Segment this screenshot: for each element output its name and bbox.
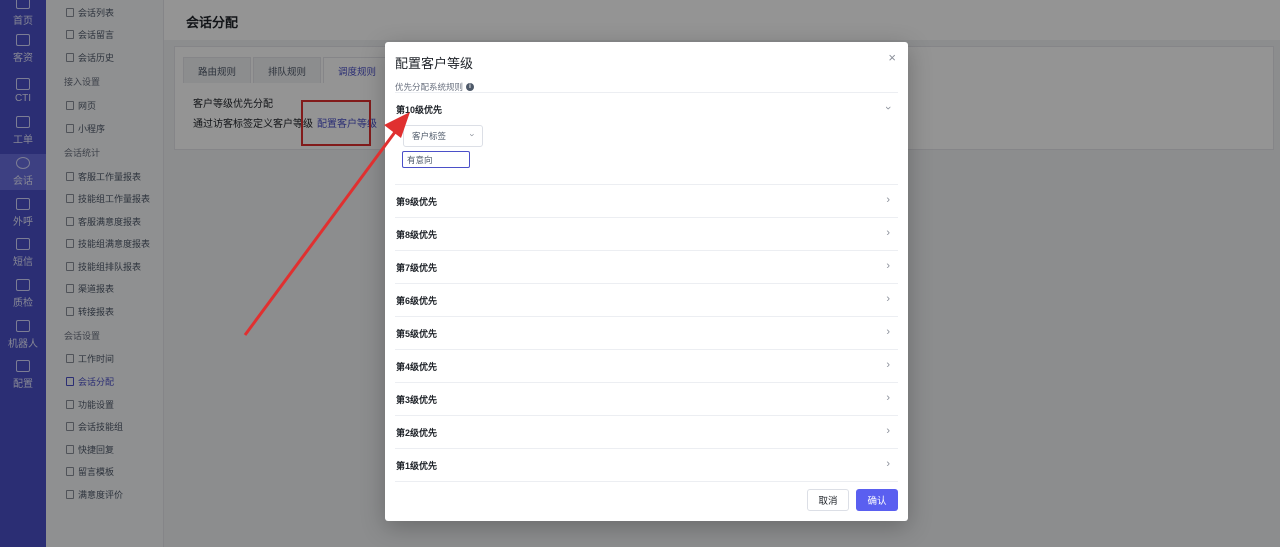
chevron-right-icon[interactable]: › (886, 227, 890, 239)
chevron-down-icon: › (467, 133, 478, 137)
level-label: 第4级优先 (396, 362, 438, 372)
level-item-10[interactable]: 第10级优先 › 客户标签 › 有意向 (395, 93, 898, 185)
info-icon[interactable]: i (466, 83, 475, 91)
level-item-3[interactable]: 第3级优先 › (395, 383, 898, 416)
level-item-8[interactable]: 第8级优先 › (395, 218, 898, 251)
close-icon[interactable]: × (888, 50, 896, 65)
level-item-4[interactable]: 第4级优先 › (395, 350, 898, 383)
tag-value-input[interactable]: 有意向 (402, 151, 470, 168)
level-item-1[interactable]: 第1级优先 › (395, 449, 898, 482)
level-label: 第3级优先 (396, 395, 438, 405)
level-item-9[interactable]: 第9级优先 › (395, 185, 898, 218)
configure-level-modal: 配置客户等级 × 优先分配系统规则 i 第10级优先 › 客户标签 › 有意向 第9… (385, 42, 908, 521)
chevron-right-icon[interactable]: › (886, 326, 890, 338)
customer-tag-select[interactable]: 客户标签 › (403, 125, 483, 147)
level-label: 第10级优先 (396, 105, 443, 115)
level-item-2[interactable]: 第2级优先 › (395, 416, 898, 449)
modal-title: 配置客户等级 (395, 56, 474, 71)
level-list: 第10级优先 › 客户标签 › 有意向 第9级优先 › 第8级优先 › 第7级优先 › … (395, 92, 898, 482)
level-label: 第7级优先 (396, 263, 438, 273)
chevron-right-icon[interactable]: › (886, 425, 890, 437)
chevron-right-icon[interactable]: › (886, 293, 890, 305)
chevron-right-icon[interactable]: › (886, 260, 890, 272)
level-item-7[interactable]: 第7级优先 › (395, 251, 898, 284)
chevron-right-icon[interactable]: › (886, 458, 890, 470)
chevron-down-icon[interactable]: › (882, 106, 894, 110)
confirm-button[interactable]: 确认 (856, 489, 898, 511)
level-label: 第6级优先 (396, 296, 438, 306)
chevron-right-icon[interactable]: › (886, 392, 890, 404)
level-item-5[interactable]: 第5级优先 › (395, 317, 898, 350)
cancel-button[interactable]: 取消 (807, 489, 849, 511)
level-label: 第9级优先 (396, 197, 438, 207)
level-label: 第2级优先 (396, 428, 438, 438)
level-label: 第1级优先 (396, 461, 438, 471)
chevron-right-icon[interactable]: › (886, 359, 890, 371)
level-label: 第8级优先 (396, 230, 438, 240)
level-label: 第5级优先 (396, 329, 438, 339)
level-item-6[interactable]: 第6级优先 › (395, 284, 898, 317)
chevron-right-icon[interactable]: › (886, 194, 890, 206)
